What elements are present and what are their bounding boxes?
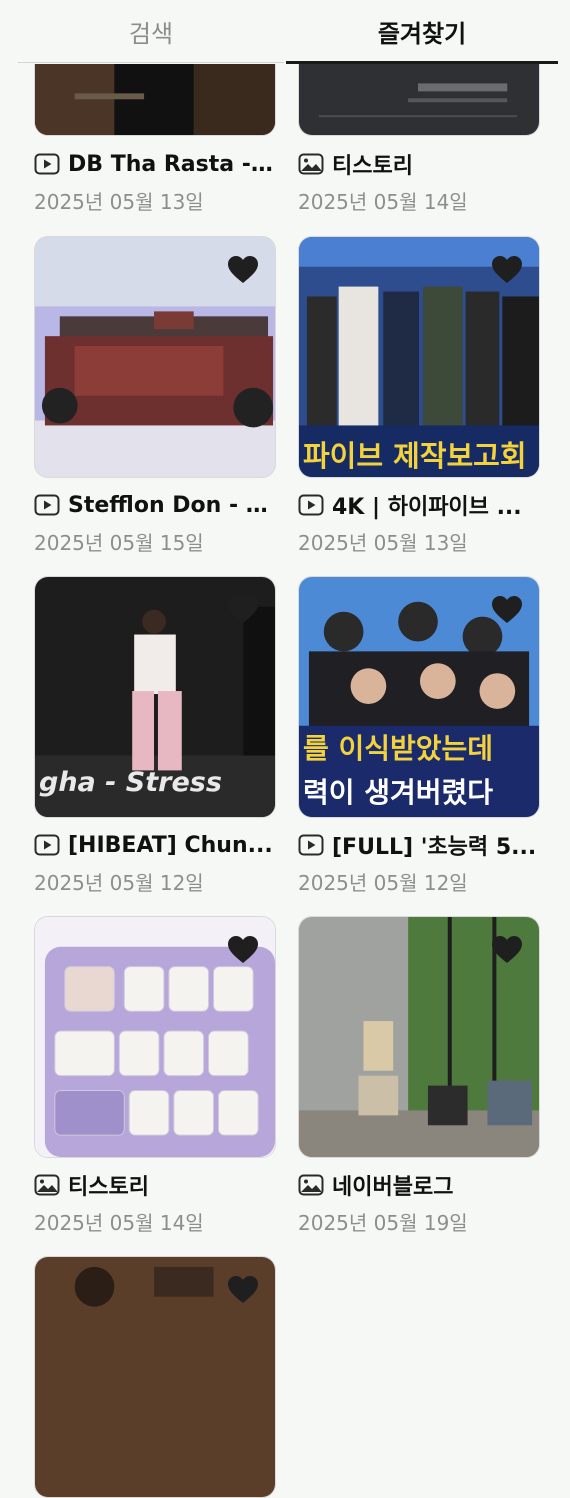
thumbnail[interactable] <box>34 916 276 1158</box>
thumbnail-caption-text: 파이브 제작보고회 <box>303 439 527 473</box>
tab-divider <box>18 62 284 63</box>
card-title: 네이버블로그 <box>332 1175 454 1200</box>
favorite-heart-icon[interactable] <box>227 595 259 625</box>
card-date: 2025년 05월 19일 <box>298 1211 468 1235</box>
thumbnail[interactable] <box>298 916 540 1158</box>
tab-search[interactable]: 검색 <box>18 0 284 62</box>
card-date: 2025년 05월 12일 <box>34 871 204 895</box>
image-icon <box>34 1174 60 1196</box>
thumbnail[interactable]: 파이브 제작보고회 <box>298 236 540 478</box>
video-icon <box>298 834 324 856</box>
card-title: [FULL] '초능력 5... <box>332 835 537 860</box>
thumbnail-caption-text: 를 이식받았는데 <box>303 732 494 765</box>
favorite-heart-icon[interactable] <box>491 935 523 965</box>
video-icon <box>34 153 60 175</box>
card-title: DB Tha Rasta - ... <box>68 151 276 177</box>
card-title: 티스토리 <box>332 154 413 179</box>
card-caption: 네이버블로그 <box>298 1171 540 1200</box>
card-date: 2025년 05월 13일 <box>298 531 468 555</box>
thumbnail[interactable]: 를 이식받았는데 력이 생겨버렸다 <box>298 576 540 818</box>
favorite-heart-icon[interactable] <box>227 255 259 285</box>
thumbnail-caption-text: 력이 생겨버렸다 <box>303 776 494 809</box>
favorite-heart-icon[interactable] <box>491 255 523 285</box>
card-title: [HIBEAT] Chun... <box>68 832 273 858</box>
favorite-heart-icon[interactable] <box>491 595 523 625</box>
thumbnail[interactable] <box>34 236 276 478</box>
video-icon <box>34 834 60 856</box>
card-date: 2025년 05월 12일 <box>298 871 468 895</box>
tab-bar: 검색 즐겨찾기 <box>0 0 570 64</box>
active-tab-indicator <box>286 61 558 64</box>
card-caption: DB Tha Rasta - ... <box>34 150 276 178</box>
thumbnail[interactable]: gha - Stress <box>34 576 276 818</box>
card-date: 2025년 05월 14일 <box>298 190 468 214</box>
image-icon <box>298 1174 324 1196</box>
card-date: 2025년 05월 15일 <box>34 531 204 555</box>
favorite-heart-icon[interactable] <box>227 1275 259 1305</box>
thumbnail[interactable] <box>34 1256 276 1498</box>
video-icon <box>298 494 324 516</box>
image-icon <box>298 153 324 175</box>
favorite-heart-icon[interactable] <box>227 935 259 965</box>
card-title: 4K | 하이파이브 ... <box>332 495 522 520</box>
card-date: 2025년 05월 14일 <box>34 1211 204 1235</box>
card-caption: 티스토리 <box>298 150 540 179</box>
card-title: Stefflon Don - ‘1... <box>68 492 276 518</box>
card-caption: [FULL] '초능력 5... <box>298 831 540 860</box>
card-caption: 티스토리 <box>34 1171 276 1200</box>
card-caption: [HIBEAT] Chun... <box>34 831 276 859</box>
card-date: 2025년 05월 13일 <box>34 190 204 214</box>
card-caption: Stefflon Don - ‘1... <box>34 491 276 519</box>
card-title: 티스토리 <box>68 1175 149 1200</box>
tab-favorites[interactable]: 즐겨찾기 <box>286 0 558 62</box>
card-caption: 4K | 하이파이브 ... <box>298 491 540 520</box>
video-icon <box>34 494 60 516</box>
thumbnail-caption-text: gha - Stress <box>39 767 222 798</box>
